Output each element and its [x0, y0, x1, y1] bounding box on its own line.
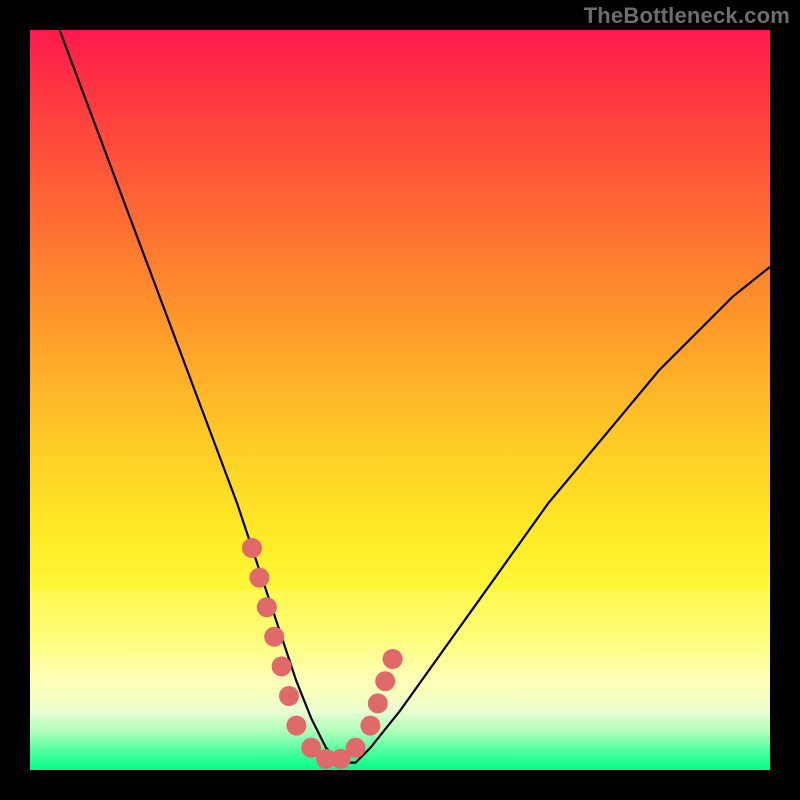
- marker-dot: [272, 656, 292, 676]
- marker-dot: [286, 716, 306, 736]
- marker-dot: [360, 716, 380, 736]
- chart-svg: [30, 30, 770, 770]
- marker-dot: [257, 597, 277, 617]
- marker-dot: [279, 686, 299, 706]
- chart-frame: TheBottleneck.com: [0, 0, 800, 800]
- marker-dot: [368, 693, 388, 713]
- marker-dot: [383, 649, 403, 669]
- marker-dot: [249, 568, 269, 588]
- marker-dot: [242, 538, 262, 558]
- marker-dot: [375, 671, 395, 691]
- marker-dot: [346, 738, 366, 758]
- marker-dots: [242, 538, 403, 769]
- bottleneck-curve: [60, 30, 770, 763]
- marker-dot: [264, 627, 284, 647]
- watermark-text: TheBottleneck.com: [584, 3, 790, 29]
